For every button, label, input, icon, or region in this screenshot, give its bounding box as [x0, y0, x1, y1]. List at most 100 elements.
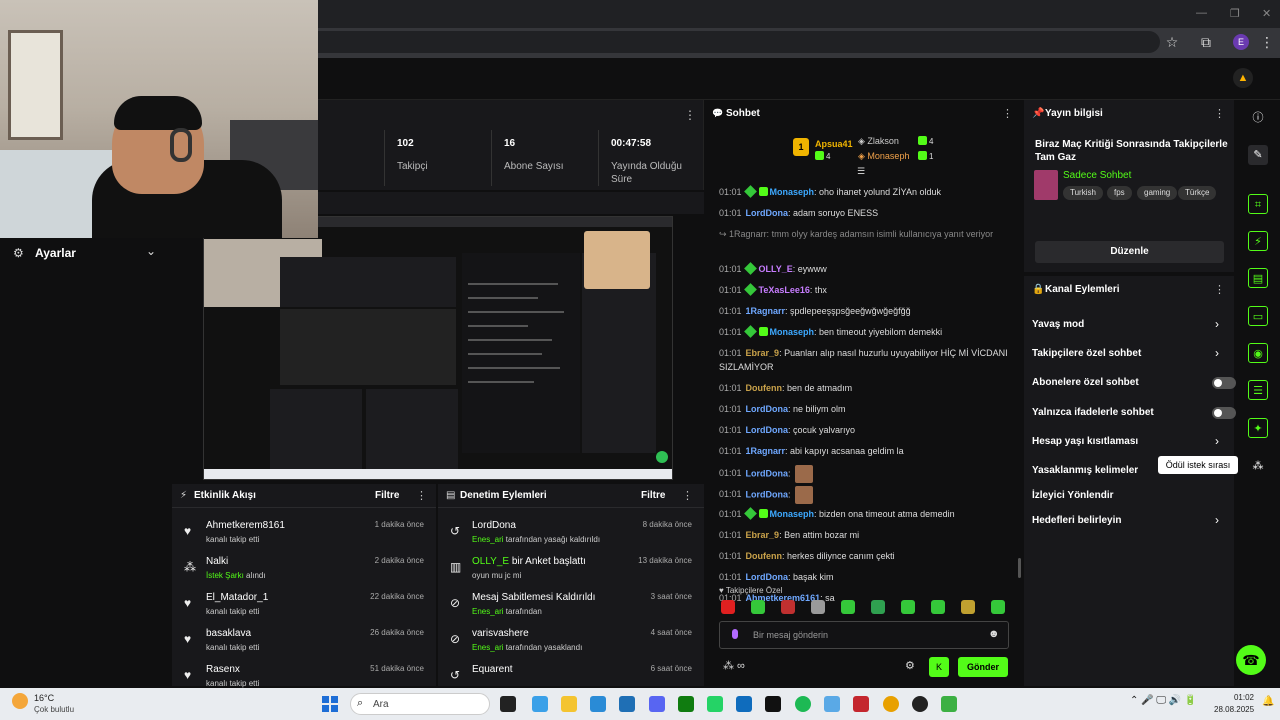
message-username[interactable]: Doufenn: [746, 551, 783, 561]
subscribers-only-toggle[interactable]: [1212, 377, 1236, 389]
weather-icon[interactable]: [12, 693, 28, 709]
emoji-icon[interactable]: ☻: [988, 628, 1000, 640]
emote-icon[interactable]: [931, 600, 945, 614]
action-account-age[interactable]: Hesap yaşı kısıtlaması ›: [1032, 433, 1227, 453]
mod-target[interactable]: LordDona: [472, 520, 516, 531]
channel-actions-menu-icon[interactable]: ⋮: [1214, 283, 1225, 296]
task-view-icon[interactable]: [500, 696, 516, 712]
event-user[interactable]: basaklava: [206, 628, 251, 639]
stats-menu-icon[interactable]: ⋮: [684, 108, 696, 122]
message-username[interactable]: LordDona: [746, 572, 789, 582]
event-user[interactable]: Rasenx: [206, 664, 240, 675]
stream-preview[interactable]: [203, 216, 673, 480]
chat-menu-icon[interactable]: ⋮: [1002, 107, 1013, 120]
message-username[interactable]: Monaseph: [770, 509, 815, 519]
emote-icon[interactable]: [871, 600, 885, 614]
outlook-icon[interactable]: [736, 696, 752, 712]
profile-avatar[interactable]: E: [1233, 34, 1249, 50]
leader-name[interactable]: ◈ Monaseph: [858, 151, 909, 162]
extensions-icon[interactable]: ⧉: [1197, 34, 1215, 52]
clock-date[interactable]: 28.08.2025: [1214, 705, 1254, 714]
chat-bubble-icon[interactable]: ▭: [1248, 306, 1268, 326]
mod-actor[interactable]: Enes_ari: [472, 607, 504, 616]
emote-icon[interactable]: [811, 600, 825, 614]
emotes-only-toggle[interactable]: [1212, 407, 1236, 419]
chevron-down-icon[interactable]: ⌄: [146, 244, 156, 258]
edit-button[interactable]: Düzenle: [1035, 241, 1224, 263]
channel-actions-icon[interactable]: ☰: [1248, 380, 1268, 400]
emote-icon[interactable]: [961, 600, 975, 614]
message-username[interactable]: LordDona: [746, 468, 789, 478]
xbox-icon[interactable]: [678, 696, 694, 712]
event-feed-filter-button[interactable]: Filtre: [375, 490, 399, 501]
leader-name[interactable]: Apsua41: [815, 139, 853, 149]
chat-scrollbar[interactable]: [1018, 558, 1021, 578]
start-button[interactable]: [322, 696, 338, 712]
action-goals[interactable]: Hedefleri belirleyin ›: [1032, 512, 1227, 532]
minimize-icon[interactable]: —: [1196, 7, 1207, 19]
maximize-icon[interactable]: ❐: [1230, 7, 1240, 20]
send-button[interactable]: Gönder: [958, 657, 1008, 677]
settings-header[interactable]: ⚙ Ayarlar ⌄: [0, 238, 172, 268]
message-username[interactable]: LordDona: [746, 404, 789, 414]
taskbar-search[interactable]: ⌕ Ara: [350, 693, 490, 715]
stream-category[interactable]: Sadece Sohbet: [1063, 170, 1131, 181]
message-username[interactable]: LordDona: [746, 208, 789, 218]
emote-icon[interactable]: [781, 600, 795, 614]
stream-tag[interactable]: Turkish: [1063, 186, 1103, 200]
document-icon[interactable]: ▤: [1248, 268, 1268, 288]
info-icon[interactable]: ⓘ: [1248, 108, 1268, 128]
clock-time[interactable]: 01:02: [1214, 693, 1254, 702]
message-username[interactable]: LordDona: [746, 425, 789, 435]
clip-icon[interactable]: ⌗: [1248, 194, 1268, 214]
app-icon[interactable]: [853, 696, 869, 712]
message-username[interactable]: LordDona: [746, 489, 789, 499]
capcut-icon[interactable]: [765, 696, 781, 712]
event-user[interactable]: Ahmetkerem8161: [206, 520, 285, 531]
chat-input[interactable]: Bir mesaj gönderin ☻: [719, 621, 1009, 649]
system-tray[interactable]: ⌃ 🎤 🖵 🔊 🔋: [1130, 695, 1197, 706]
microphone-icon[interactable]: [732, 629, 738, 639]
broadcast-icon[interactable]: ◉: [1248, 343, 1268, 363]
support-headset-icon[interactable]: ☎: [1236, 645, 1266, 675]
bookmark-star-icon[interactable]: ☆: [1163, 34, 1181, 52]
emote-icon[interactable]: [901, 600, 915, 614]
message-username[interactable]: Doufenn: [746, 383, 783, 393]
emote-icon[interactable]: [841, 600, 855, 614]
message-username[interactable]: Ebrar_9: [746, 348, 780, 358]
stream-info-menu-icon[interactable]: ⋮: [1214, 107, 1225, 120]
mod-log-menu-icon[interactable]: ⋮: [682, 489, 693, 502]
browser-menu-icon[interactable]: ⋮: [1258, 34, 1276, 52]
chrome-icon[interactable]: [883, 696, 899, 712]
event-feed-menu-icon[interactable]: ⋮: [416, 489, 427, 502]
message-username[interactable]: Monaseph: [770, 327, 815, 337]
emote-icon[interactable]: [721, 600, 735, 614]
emote-icon[interactable]: [991, 600, 1005, 614]
stream-tag[interactable]: fps: [1107, 186, 1132, 200]
whatsapp-icon[interactable]: [707, 696, 723, 712]
lightning-icon[interactable]: ⚡: [1248, 231, 1268, 251]
pencil-icon[interactable]: ✎: [1248, 145, 1268, 165]
mod-target[interactable]: Equarent: [472, 664, 513, 675]
store-icon[interactable]: [619, 696, 635, 712]
mod-actor[interactable]: Enes_ari: [472, 643, 504, 652]
spotify-icon[interactable]: [795, 696, 811, 712]
chat-tools-icon[interactable]: ⁂ ∞: [723, 659, 745, 672]
event-user[interactable]: Nalki: [206, 556, 228, 567]
mod-actor[interactable]: OLLY_E: [472, 556, 509, 567]
leader-name[interactable]: ◈ Zlakson: [858, 136, 899, 147]
stream-tag[interactable]: Türkçe: [1178, 186, 1217, 200]
emote-icon[interactable]: [751, 600, 765, 614]
action-followers-only[interactable]: Takipçilere özel sohbet ›: [1032, 345, 1227, 365]
message-username[interactable]: OLLY_E: [759, 264, 793, 274]
creator-logo-icon[interactable]: ▲: [1233, 68, 1253, 88]
message-username[interactable]: Monaseph: [770, 187, 815, 197]
message-username[interactable]: Ebrar_9: [746, 530, 780, 540]
obs-icon[interactable]: [912, 696, 928, 712]
kick-icon[interactable]: K: [929, 657, 949, 677]
close-icon[interactable]: ✕: [1262, 7, 1271, 20]
mod-log-filter-button[interactable]: Filtre: [641, 490, 665, 501]
event-user[interactable]: El_Matador_1: [206, 592, 268, 603]
wrench-icon[interactable]: ✦: [1248, 418, 1268, 438]
expand-leaderboard-icon[interactable]: ☰: [857, 166, 865, 177]
